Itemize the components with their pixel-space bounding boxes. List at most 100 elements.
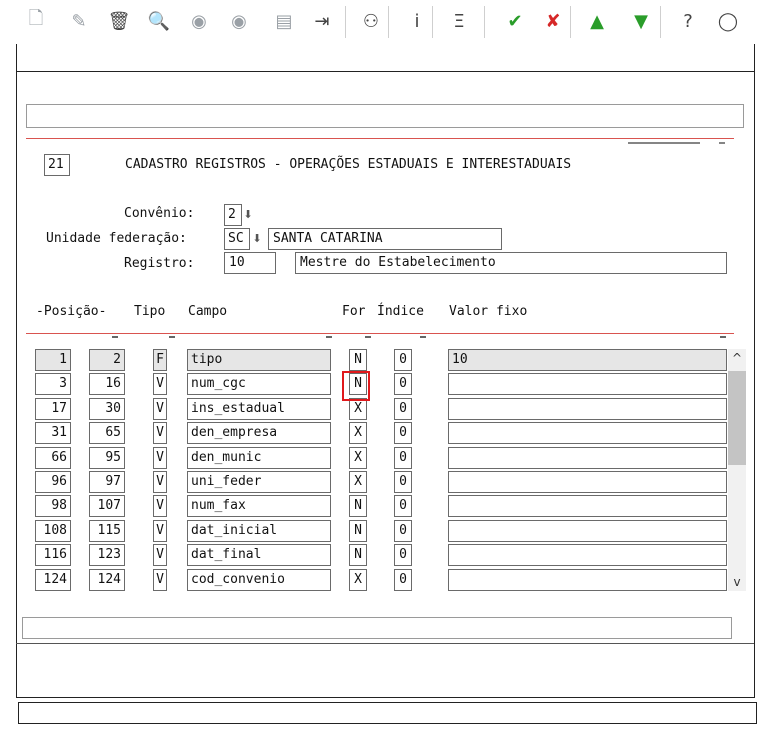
valor-fixo-cell[interactable] [448, 569, 727, 591]
indice-cell[interactable]: 0 [394, 544, 412, 566]
message-bar [26, 104, 744, 128]
for-cell[interactable]: N [349, 520, 367, 542]
pos-fim-cell[interactable]: 65 [89, 422, 125, 444]
indice-cell[interactable]: 0 [394, 373, 412, 395]
pos-ini-cell[interactable]: 96 [35, 471, 71, 493]
indice-cell[interactable]: 0 [394, 349, 412, 371]
tipo-cell[interactable]: V [153, 398, 167, 420]
for-cell[interactable]: X [349, 422, 367, 444]
tipo-cell[interactable]: V [153, 447, 167, 469]
header-indice: Índice [377, 304, 424, 319]
tipo-cell[interactable]: F [153, 349, 167, 371]
campo-cell[interactable]: dat_final [187, 544, 331, 566]
indice-cell[interactable]: 0 [394, 520, 412, 542]
valor-fixo-cell[interactable] [448, 373, 727, 395]
pos-ini-cell[interactable]: 98 [35, 495, 71, 517]
for-cell[interactable]: N [349, 544, 367, 566]
valor-fixo-cell[interactable] [448, 544, 727, 566]
binoculars-icon[interactable]: ⚇ [358, 8, 384, 34]
confirm-icon[interactable]: ✔ [502, 8, 528, 34]
chat-icon[interactable]: ◯ [715, 8, 741, 34]
pos-ini-cell[interactable]: 1 [35, 349, 71, 371]
edit-icon[interactable]: ✎ [66, 8, 92, 34]
indice-cell[interactable]: 0 [394, 569, 412, 591]
search-icon[interactable]: 🔍 [146, 8, 172, 34]
scroll-thumb[interactable] [728, 371, 746, 465]
exit-icon[interactable]: ⇥ [309, 8, 335, 34]
pos-ini-cell[interactable]: 108 [35, 520, 71, 542]
indice-cell[interactable]: 0 [394, 495, 412, 517]
indice-cell[interactable]: 0 [394, 398, 412, 420]
pos-fim-cell[interactable]: 124 [89, 569, 125, 591]
campo-cell[interactable]: den_munic [187, 447, 331, 469]
valor-fixo-cell[interactable]: 10 [448, 349, 727, 371]
up-icon[interactable]: ▲ [584, 8, 610, 34]
uf-field[interactable]: SC [224, 228, 250, 250]
pos-fim-cell[interactable]: 123 [89, 544, 125, 566]
indice-cell[interactable]: 0 [394, 422, 412, 444]
valor-fixo-cell[interactable] [448, 422, 727, 444]
pos-ini-cell[interactable]: 124 [35, 569, 71, 591]
toolbar-separator [432, 6, 433, 38]
for-cell[interactable]: N [349, 495, 367, 517]
valor-fixo-cell[interactable] [448, 398, 727, 420]
pos-fim-cell[interactable]: 30 [89, 398, 125, 420]
table-red-line [26, 333, 734, 334]
table-scrollbar[interactable]: ^ v [728, 349, 746, 591]
for-cell[interactable]: X [349, 569, 367, 591]
scroll-up-icon[interactable]: ^ [728, 349, 746, 367]
campo-cell[interactable]: dat_inicial [187, 520, 331, 542]
tipo-cell[interactable]: V [153, 544, 167, 566]
for-cell[interactable]: X [349, 398, 367, 420]
valor-fixo-cell[interactable] [448, 520, 727, 542]
header-for: For [342, 304, 366, 319]
indice-cell[interactable]: 0 [394, 447, 412, 469]
pos-fim-cell[interactable]: 16 [89, 373, 125, 395]
pos-fim-cell[interactable]: 2 [89, 349, 125, 371]
pos-fim-cell[interactable]: 97 [89, 471, 125, 493]
tipo-cell[interactable]: V [153, 495, 167, 517]
campo-cell[interactable]: num_cgc [187, 373, 331, 395]
scroll-down-icon[interactable]: v [728, 573, 746, 591]
info-icon[interactable]: i [404, 8, 430, 34]
pos-ini-cell[interactable]: 3 [35, 373, 71, 395]
valor-fixo-cell[interactable] [448, 447, 727, 469]
zoom-icon[interactable]: Ξ [446, 8, 472, 34]
tipo-cell[interactable]: V [153, 569, 167, 591]
pos-fim-cell[interactable]: 115 [89, 520, 125, 542]
down-icon[interactable]: ▼ [628, 8, 654, 34]
tipo-cell[interactable]: V [153, 471, 167, 493]
tipo-cell[interactable]: V [153, 520, 167, 542]
valor-fixo-cell[interactable] [448, 471, 727, 493]
campo-cell[interactable]: ins_estadual [187, 398, 331, 420]
indice-cell[interactable]: 0 [394, 471, 412, 493]
campo-cell[interactable]: cod_convenio [187, 569, 331, 591]
pos-fim-cell[interactable]: 95 [89, 447, 125, 469]
cancel-icon[interactable]: ✘ [540, 8, 566, 34]
pos-fim-cell[interactable]: 107 [89, 495, 125, 517]
campo-cell[interactable]: num_fax [187, 495, 331, 517]
trash-icon[interactable]: 🗑 [106, 8, 132, 34]
previous-icon[interactable]: ◉ [186, 8, 212, 34]
print-icon[interactable]: ▤ [271, 8, 297, 34]
pos-ini-cell[interactable]: 31 [35, 422, 71, 444]
for-cell[interactable]: N [349, 349, 367, 371]
uf-dropdown-icon[interactable]: ⬇ [252, 230, 262, 248]
valor-fixo-cell[interactable] [448, 495, 727, 517]
next-icon[interactable]: ◉ [226, 8, 252, 34]
tipo-cell[interactable]: V [153, 373, 167, 395]
tipo-cell[interactable]: V [153, 422, 167, 444]
new-doc-icon[interactable]: 🗋 [23, 8, 49, 34]
campo-cell[interactable]: den_empresa [187, 422, 331, 444]
help-icon[interactable]: ? [675, 8, 701, 34]
campo-cell[interactable]: tipo [187, 349, 331, 371]
pos-ini-cell[interactable]: 17 [35, 398, 71, 420]
for-cell[interactable]: X [349, 471, 367, 493]
pos-ini-cell[interactable]: 66 [35, 447, 71, 469]
registro-field[interactable]: 10 [224, 252, 276, 274]
for-cell[interactable]: X [349, 447, 367, 469]
pos-ini-cell[interactable]: 116 [35, 544, 71, 566]
convenio-field[interactable]: 2 [224, 204, 242, 226]
campo-cell[interactable]: uni_feder [187, 471, 331, 493]
convenio-dropdown-icon[interactable]: ⬇ [243, 206, 253, 224]
